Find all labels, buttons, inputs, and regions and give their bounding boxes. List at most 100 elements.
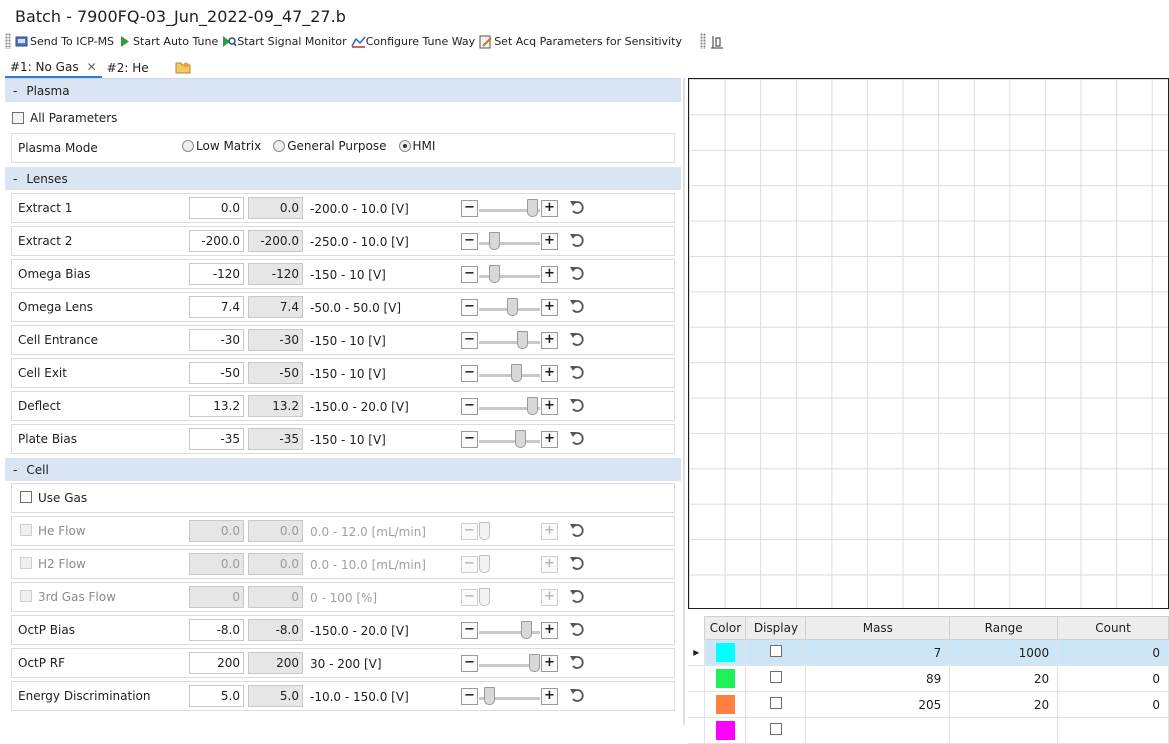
increment-button[interactable]: +: [541, 233, 558, 250]
reset-icon[interactable]: [569, 430, 585, 446]
slider-thumb[interactable]: [527, 397, 538, 415]
range-cell[interactable]: [949, 717, 1059, 744]
parameter-setpoint-input[interactable]: -200.0: [189, 230, 244, 252]
start-auto-tune-button[interactable]: Start Auto Tune: [118, 35, 218, 48]
parameter-setpoint-input[interactable]: -30: [189, 329, 244, 351]
collapse-icon[interactable]: -: [13, 463, 17, 477]
slider-thumb[interactable]: [521, 621, 532, 639]
use-gas-checkbox[interactable]: [20, 491, 32, 503]
increment-button[interactable]: +: [541, 688, 558, 705]
parameter-setpoint-input[interactable]: 0.0: [189, 197, 244, 219]
reset-icon[interactable]: [569, 199, 585, 215]
decrement-button[interactable]: −: [461, 655, 478, 672]
radio-low-matrix[interactable]: Low Matrix: [182, 139, 261, 153]
increment-button[interactable]: +: [541, 655, 558, 672]
increment-button[interactable]: +: [541, 200, 558, 217]
row-indicator[interactable]: [688, 665, 706, 692]
slider-track[interactable]: [479, 341, 540, 344]
slider-thumb[interactable]: [511, 364, 522, 382]
enable-checkbox[interactable]: [20, 557, 32, 569]
sort-button[interactable]: [710, 35, 725, 48]
display-checkbox[interactable]: [769, 697, 782, 709]
radio-general-purpose[interactable]: General Purpose: [273, 139, 387, 153]
column-header-display[interactable]: Display: [745, 616, 807, 640]
slider-thumb[interactable]: [489, 232, 500, 250]
parameter-setpoint-input[interactable]: -50: [189, 362, 244, 384]
parameter-setpoint-input[interactable]: 200: [189, 652, 244, 674]
increment-button[interactable]: +: [541, 431, 558, 448]
all-parameters-checkbox[interactable]: [12, 112, 24, 124]
display-checkbox[interactable]: [769, 645, 782, 657]
reset-icon[interactable]: [569, 588, 585, 604]
cell-section-header[interactable]: - Cell: [5, 458, 681, 481]
increment-button[interactable]: +: [541, 523, 558, 540]
reset-icon[interactable]: [569, 265, 585, 281]
send-to-icpms-button[interactable]: Send To ICP-MS: [15, 35, 114, 48]
slider-thumb[interactable]: [479, 522, 490, 540]
slider-track[interactable]: [479, 440, 540, 443]
mass-cell[interactable]: 7: [805, 639, 951, 666]
reset-icon[interactable]: [569, 298, 585, 314]
display-cell[interactable]: [745, 665, 807, 692]
slider-thumb[interactable]: [489, 265, 500, 283]
configure-tune-way-button[interactable]: Configure Tune Way: [351, 35, 475, 48]
lenses-section-header[interactable]: - Lenses: [5, 167, 681, 190]
slider-thumb[interactable]: [517, 331, 528, 349]
parameter-setpoint-input[interactable]: 7.4: [189, 296, 244, 318]
decrement-button[interactable]: −: [461, 200, 478, 217]
slider-thumb[interactable]: [484, 687, 495, 705]
display-cell[interactable]: [745, 691, 807, 718]
column-header-count[interactable]: Count: [1057, 616, 1169, 640]
increment-button[interactable]: +: [541, 266, 558, 283]
reset-icon[interactable]: [569, 621, 585, 637]
decrement-button[interactable]: −: [461, 622, 478, 639]
range-cell[interactable]: 20: [949, 691, 1059, 718]
decrement-button[interactable]: −: [461, 431, 478, 448]
reset-icon[interactable]: [569, 397, 585, 413]
collapse-icon[interactable]: -: [13, 84, 17, 98]
parameter-setpoint-input[interactable]: 13.2: [189, 395, 244, 417]
table-row[interactable]: 205 20 0: [688, 691, 1169, 718]
table-row[interactable]: 89 20 0: [688, 665, 1169, 692]
slider-thumb[interactable]: [527, 199, 538, 217]
column-header-range[interactable]: Range: [949, 616, 1059, 640]
decrement-button[interactable]: −: [461, 556, 478, 573]
slider-thumb[interactable]: [479, 588, 490, 606]
toolbar-grip-2[interactable]: [699, 33, 706, 49]
toolbar-grip[interactable]: [5, 33, 11, 49]
set-acq-parameters-button[interactable]: Set Acq Parameters for Sensitivity: [479, 35, 682, 48]
parameter-setpoint-input[interactable]: -120: [189, 263, 244, 285]
plasma-section-header[interactable]: - Plasma: [5, 79, 681, 102]
color-cell[interactable]: [704, 691, 747, 718]
table-row[interactable]: ▸ 7 1000 0: [688, 639, 1169, 666]
slider-thumb[interactable]: [515, 430, 526, 448]
slider-thumb[interactable]: [507, 298, 518, 316]
mass-cell[interactable]: [805, 717, 951, 744]
mass-cell[interactable]: 205: [805, 691, 951, 718]
enable-checkbox[interactable]: [20, 590, 32, 602]
parameter-setpoint-input[interactable]: -8.0: [189, 619, 244, 641]
increment-button[interactable]: +: [541, 622, 558, 639]
color-cell[interactable]: [704, 639, 747, 666]
increment-button[interactable]: +: [541, 589, 558, 606]
display-checkbox[interactable]: [769, 671, 782, 683]
reset-icon[interactable]: [569, 331, 585, 347]
collapse-icon[interactable]: -: [13, 172, 17, 186]
reset-icon[interactable]: [569, 522, 585, 538]
increment-button[interactable]: +: [541, 332, 558, 349]
decrement-button[interactable]: −: [461, 365, 478, 382]
row-indicator[interactable]: ▸: [688, 639, 706, 666]
decrement-button[interactable]: −: [461, 332, 478, 349]
tab-he[interactable]: #2: He: [102, 58, 154, 78]
range-cell[interactable]: 1000: [949, 639, 1059, 666]
enable-checkbox[interactable]: [20, 524, 32, 536]
tab-no-gas[interactable]: #1: No Gas ✕: [5, 58, 102, 78]
add-tab-button[interactable]: [170, 58, 196, 78]
range-cell[interactable]: 20: [949, 665, 1059, 692]
reset-icon[interactable]: [569, 364, 585, 380]
increment-button[interactable]: +: [541, 299, 558, 316]
reset-icon[interactable]: [569, 555, 585, 571]
increment-button[interactable]: +: [541, 365, 558, 382]
radio-hmi[interactable]: HMI: [398, 139, 435, 153]
decrement-button[interactable]: −: [461, 266, 478, 283]
